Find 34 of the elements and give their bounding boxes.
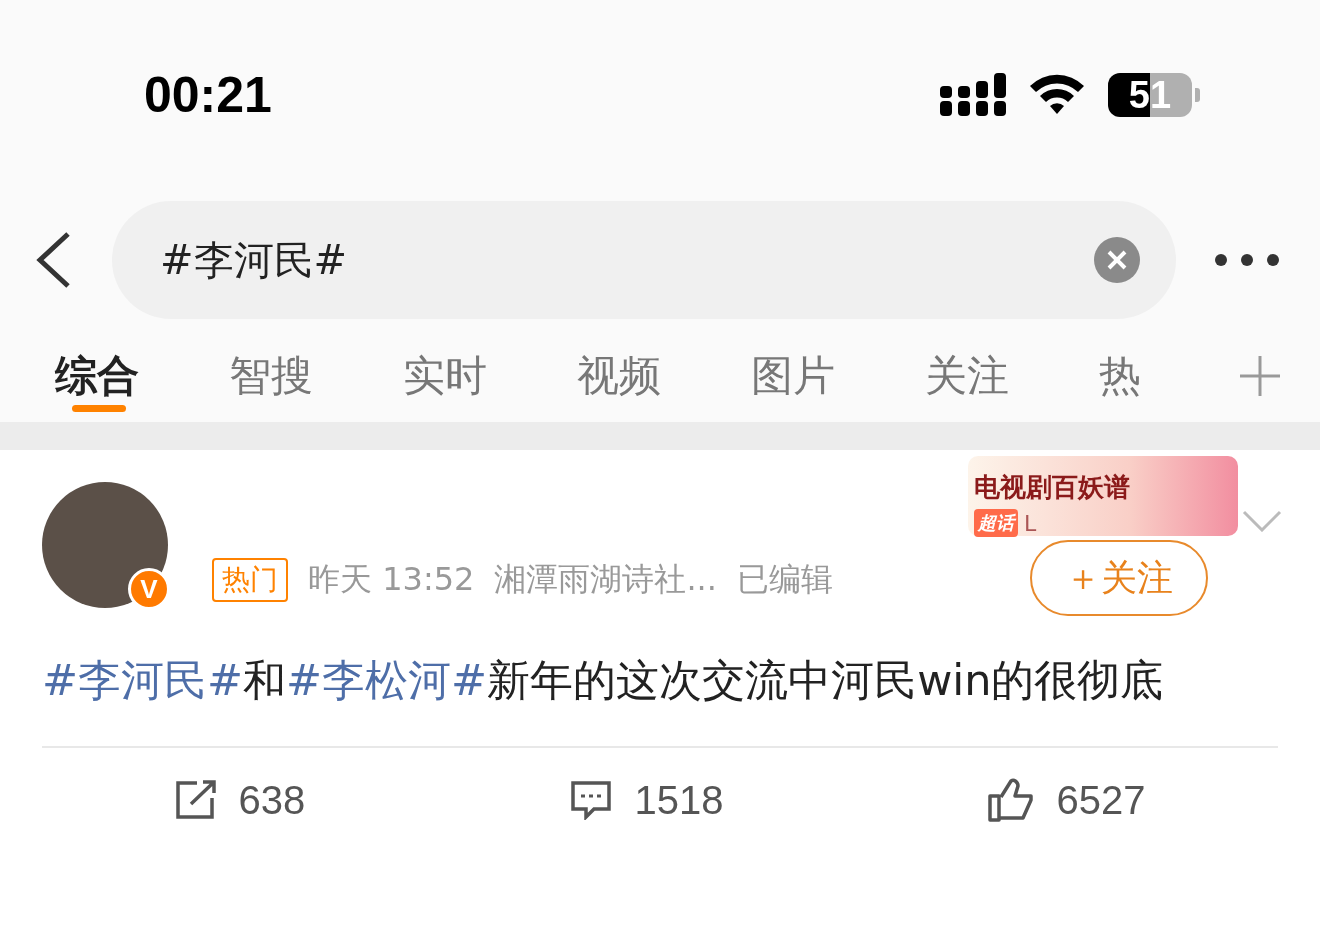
more-icon[interactable] [1214, 253, 1280, 267]
tab[interactable]: 关注 [925, 330, 1099, 422]
clear-icon[interactable] [1094, 237, 1140, 283]
follow-button[interactable]: ＋关注 [1030, 540, 1208, 616]
thumbs-up-icon [988, 778, 1035, 822]
wifi-icon [1028, 74, 1086, 116]
edited-label: 已编辑 [736, 559, 833, 600]
like-button[interactable]: 6527 [982, 776, 1152, 824]
level-label: L [1024, 510, 1037, 536]
tab[interactable]: 图片 [751, 330, 925, 422]
tab[interactable]: 实时 [403, 330, 577, 422]
hot-tag: 热门 [212, 558, 288, 602]
post-text: #李河民#和#李松河#新年的这次交流中河民win的很彻底 [42, 648, 1278, 748]
signal-icon [940, 73, 1006, 117]
share-icon [174, 780, 217, 820]
banner-title: 电视剧百妖谱 [974, 471, 1131, 504]
topic-link[interactable]: #李河民# [42, 655, 244, 705]
clock-time: 00:21 [144, 66, 272, 124]
repost-button[interactable]: 638 [168, 776, 312, 824]
tab[interactable]: 综合 [55, 330, 229, 422]
topic-banner[interactable]: 电视剧百妖谱 超话 L [968, 456, 1238, 536]
post-source[interactable]: 湘潭雨湖诗社... [494, 558, 717, 602]
comment-icon [570, 780, 613, 820]
plus-icon[interactable] [1240, 356, 1280, 396]
verified-badge: V [128, 568, 170, 610]
search-field[interactable]: #李河民# [112, 201, 1176, 319]
topic-link[interactable]: #李松河# [286, 655, 488, 705]
comment-button[interactable]: 1518 [564, 776, 730, 824]
tab[interactable]: 视频 [577, 330, 751, 422]
tab[interactable]: 热 [1099, 330, 1159, 422]
tab[interactable]: 智搜 [229, 330, 403, 422]
chevron-down-icon[interactable] [1242, 510, 1282, 532]
post-time: 昨天 13:52 [308, 559, 475, 600]
super-topic-badge: 超话 [974, 509, 1018, 537]
